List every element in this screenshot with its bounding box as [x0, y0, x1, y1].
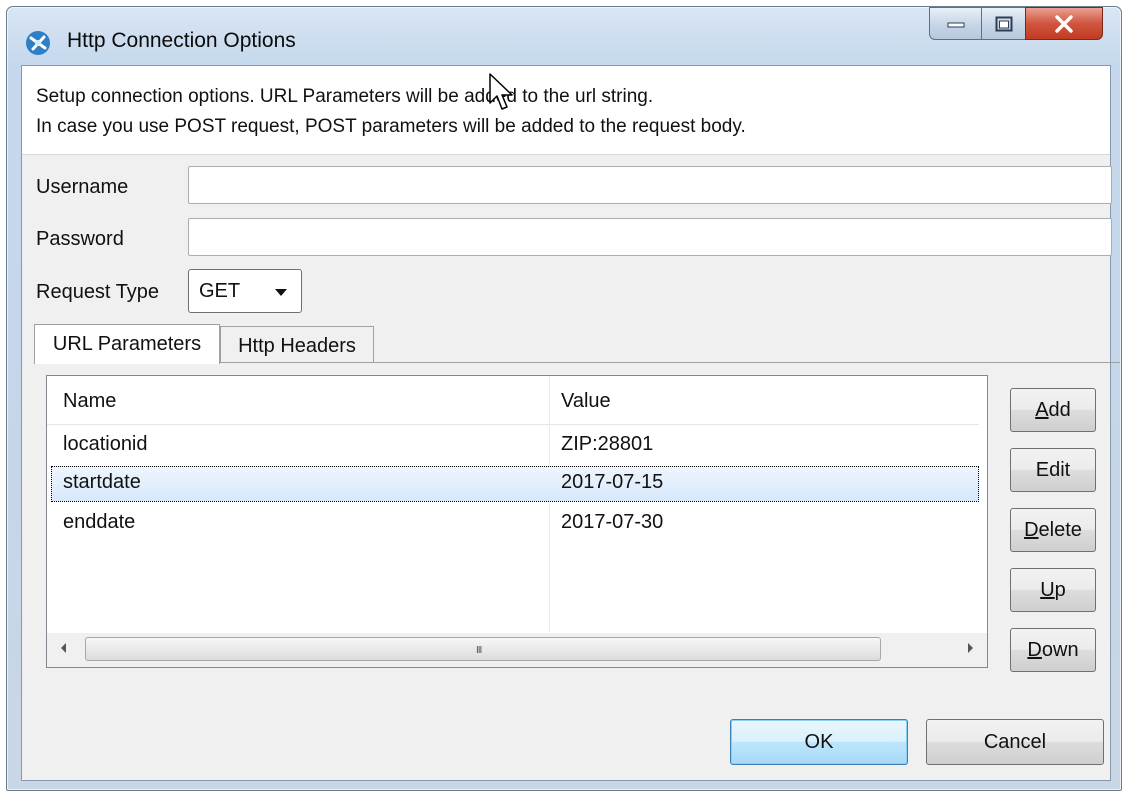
- row-name-cell: locationid: [63, 433, 148, 455]
- row-name-cell: startdate: [63, 471, 141, 493]
- minimize-icon[interactable]: [929, 7, 981, 40]
- tab-http-headers[interactable]: Http Headers: [220, 326, 374, 363]
- request-type-select[interactable]: GET: [188, 269, 302, 313]
- title-bar[interactable]: Http Connection Options: [7, 7, 1121, 67]
- up-label: p: [1054, 578, 1066, 601]
- column-header-value[interactable]: Value: [561, 390, 611, 413]
- scrollbar-thumb[interactable]: III: [85, 637, 881, 661]
- table-row[interactable]: enddate 2017-07-30: [51, 506, 979, 542]
- username-label: Username: [36, 176, 129, 198]
- cancel-button[interactable]: Cancel: [926, 719, 1104, 765]
- username-input[interactable]: [188, 166, 1112, 204]
- down-button[interactable]: Down: [1010, 628, 1096, 672]
- ok-button[interactable]: OK: [730, 719, 908, 765]
- row-value-cell: 2017-07-30: [561, 511, 664, 533]
- row-name-cell: enddate: [63, 511, 136, 533]
- down-mnemonic: D: [1027, 638, 1042, 661]
- add-label: dd: [1048, 398, 1071, 421]
- window-controls: [929, 7, 1103, 40]
- column-header-name[interactable]: Name: [63, 390, 116, 413]
- add-button[interactable]: Add: [1010, 388, 1096, 432]
- dialog-client-area: Setup connection options. URL Parameters…: [21, 65, 1120, 781]
- table-header: Name Value: [47, 376, 979, 425]
- column-separator: [549, 376, 550, 632]
- mouse-pointer-icon: [489, 73, 513, 110]
- scroll-right-icon[interactable]: [968, 643, 973, 653]
- scrollbar-grip: III: [476, 645, 482, 656]
- table-row-selected[interactable]: startdate 2017-07-15: [51, 466, 979, 502]
- delete-label: elete: [1038, 518, 1082, 541]
- request-type-label: Request Type: [36, 281, 160, 303]
- close-icon[interactable]: [1025, 7, 1103, 40]
- delete-button[interactable]: Delete: [1010, 508, 1096, 552]
- table-row[interactable]: locationid ZIP:28801: [51, 428, 979, 464]
- edit-button[interactable]: Edit: [1010, 448, 1096, 492]
- down-label: own: [1041, 638, 1079, 661]
- password-label: Password: [36, 228, 124, 250]
- parameters-table[interactable]: Name Value locationid ZIP:28801 startdat…: [46, 375, 988, 668]
- dropdown-arrow-icon: [275, 289, 287, 296]
- maximize-icon[interactable]: [981, 7, 1025, 40]
- app-icon: [26, 31, 50, 55]
- window-title: Http Connection Options: [67, 29, 296, 52]
- add-mnemonic: A: [1035, 398, 1049, 421]
- info-line-1: Setup connection options. URL Parameters…: [36, 86, 654, 107]
- info-panel: Setup connection options. URL Parameters…: [22, 66, 1110, 155]
- scroll-left-icon[interactable]: [61, 643, 66, 653]
- up-mnemonic: U: [1040, 578, 1055, 601]
- row-value-cell: 2017-07-15: [561, 471, 664, 493]
- tab-divider: [220, 362, 1120, 363]
- up-button[interactable]: Up: [1010, 568, 1096, 612]
- dialog-window: Http Connection Options Setup connection…: [6, 6, 1122, 791]
- row-value-cell: ZIP:28801: [561, 433, 654, 455]
- horizontal-scrollbar[interactable]: III: [47, 633, 987, 667]
- delete-mnemonic: D: [1024, 518, 1039, 541]
- request-type-value: GET: [199, 280, 241, 302]
- password-input[interactable]: [188, 218, 1112, 256]
- tab-url-parameters[interactable]: URL Parameters: [34, 324, 220, 364]
- info-line-2: In case you use POST request, POST param…: [36, 116, 746, 137]
